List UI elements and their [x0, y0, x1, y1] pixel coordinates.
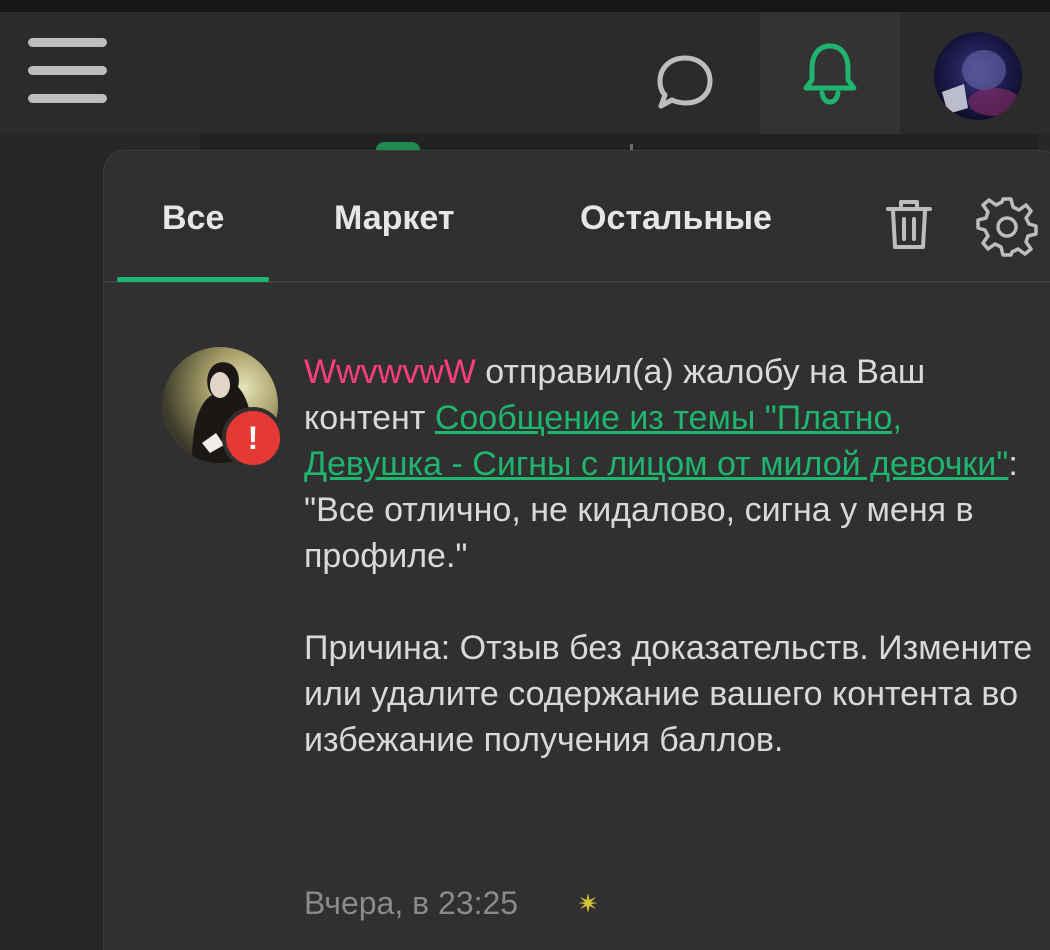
complaint-reason: Причина: Отзыв без доказательств. Измени…: [304, 629, 1033, 759]
top-header: [0, 12, 1050, 134]
complaint-quote: "Все отлично, не кидалово, сигна у меня …: [304, 491, 974, 575]
hamburger-icon[interactable]: [28, 38, 108, 104]
status-strip: [0, 0, 1050, 12]
notification-timestamp: Вчера, в 23:25: [304, 885, 519, 921]
gear-icon[interactable]: [976, 195, 1038, 257]
bell-icon: [803, 43, 857, 105]
notifications-button[interactable]: [760, 12, 900, 134]
notification-tabs: Все Маркет Остальные: [104, 151, 1050, 283]
tab-other[interactable]: Остальные: [580, 199, 772, 238]
reporter-username[interactable]: WwvwvwW: [304, 353, 476, 391]
alert-badge: !: [222, 407, 284, 469]
user-avatar[interactable]: [934, 32, 1022, 120]
trash-icon[interactable]: [884, 197, 934, 253]
notifications-panel: Все Маркет Остальные ! WwvwvwW отправил(…: [103, 150, 1050, 950]
chat-bubble-icon[interactable]: [650, 48, 720, 118]
notification-item[interactable]: ! WwvwvwW отправил(а) жалобу на Ваш конт…: [104, 285, 1050, 950]
active-tab-indicator: [117, 277, 269, 282]
sparkle-icon: [576, 891, 600, 915]
tab-market[interactable]: Маркет: [334, 199, 455, 238]
tab-all[interactable]: Все: [162, 199, 224, 238]
link-colon: :: [1008, 445, 1018, 483]
notification-text: WwvwvwW отправил(а) жалобу на Ваш контен…: [304, 349, 1044, 763]
